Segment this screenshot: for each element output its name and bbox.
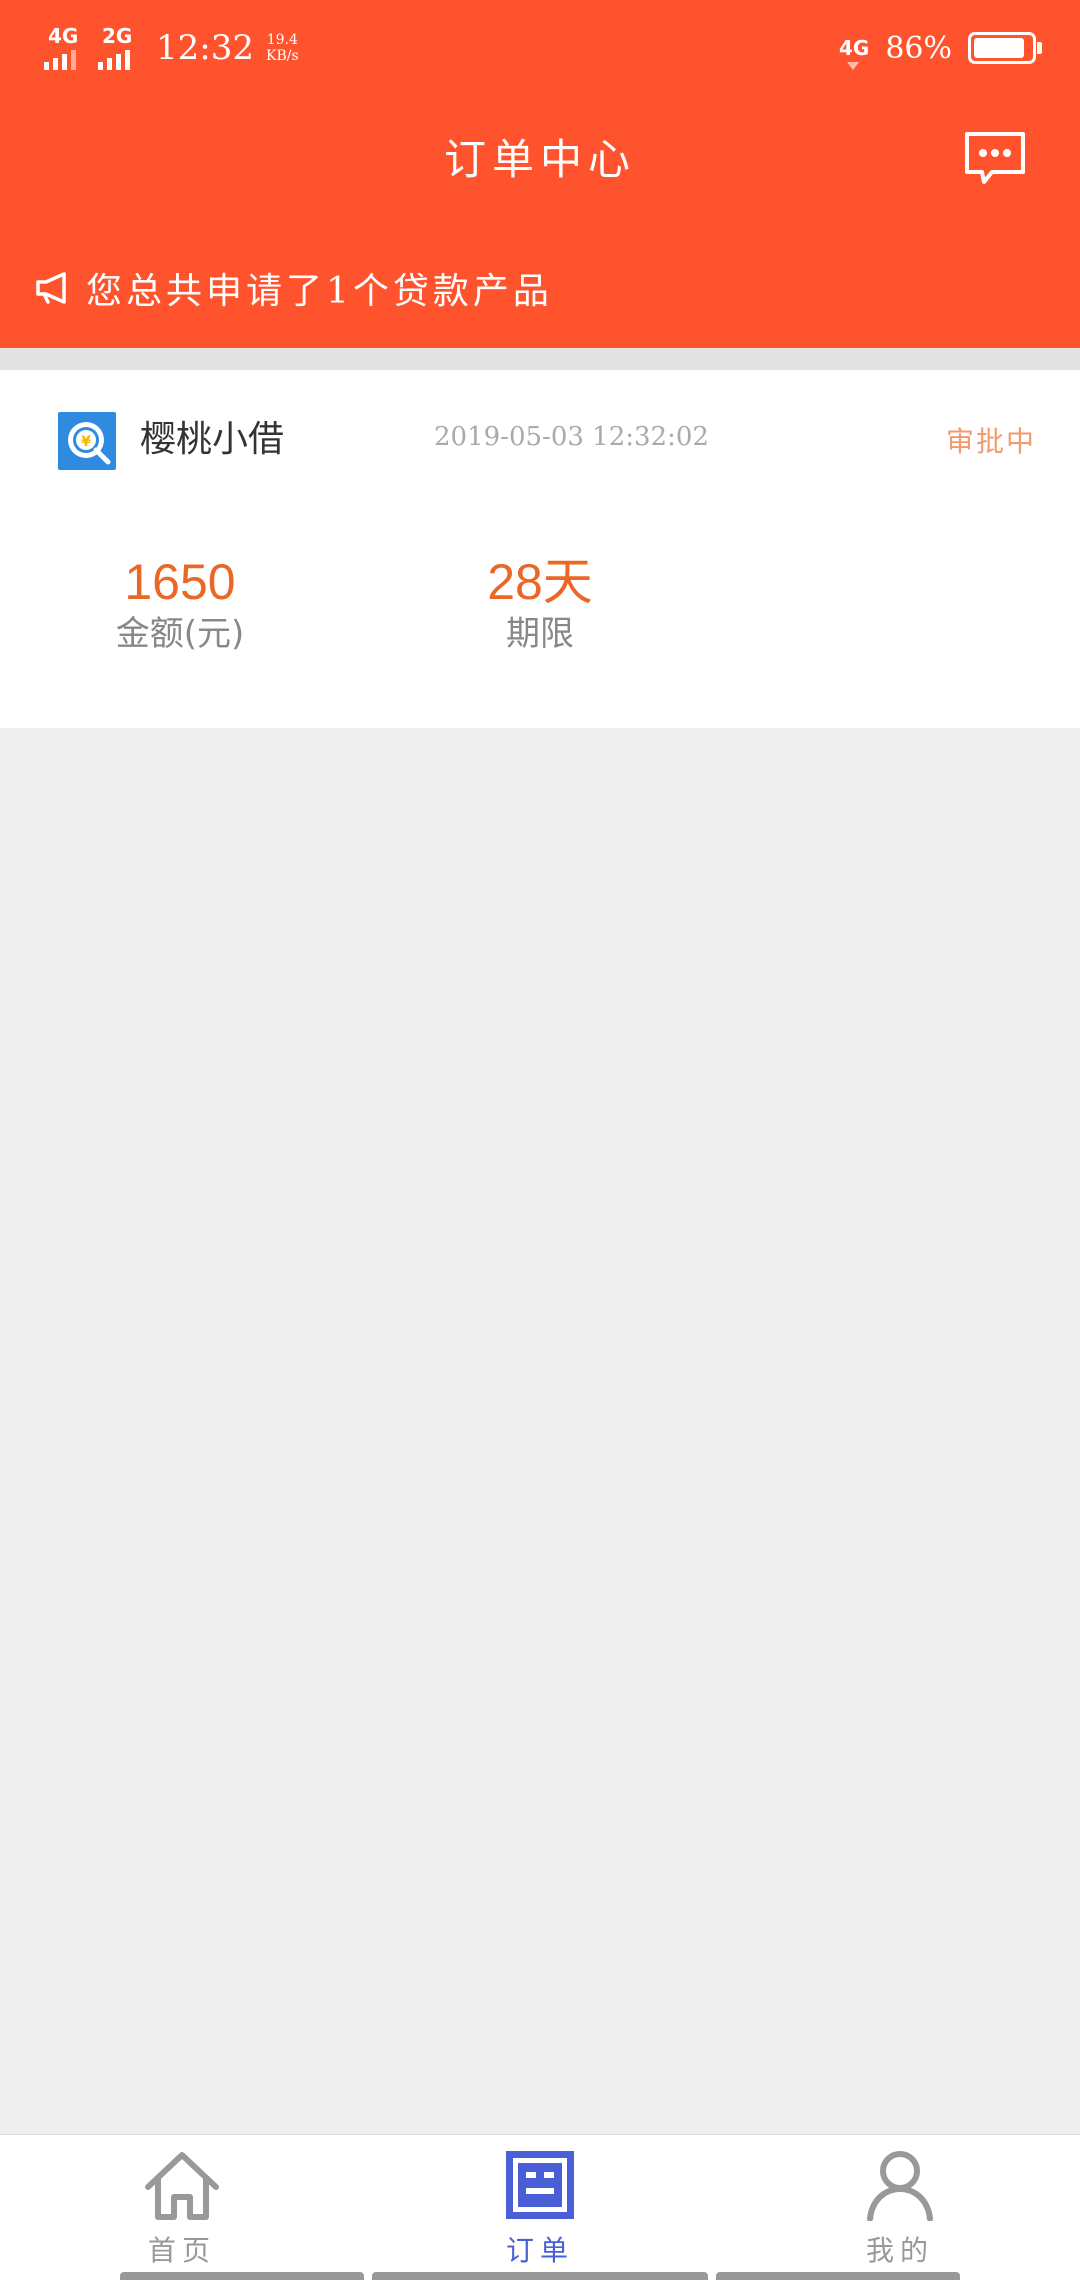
section-divider bbox=[0, 348, 1080, 370]
network-speed: 19.4 KB/s bbox=[265, 32, 299, 64]
product-name: 樱桃小借 bbox=[140, 419, 285, 460]
status-time: 12:32 bbox=[156, 28, 254, 68]
nav-label-orders: 订单 bbox=[505, 2234, 574, 2267]
order-card[interactable]: ¥ 樱桃小借 2019-05-03 12:32:02 审批中 1650 金额(元… bbox=[0, 370, 1080, 728]
signal-4g-right-icon: 4G bbox=[838, 36, 870, 70]
term-label: 期限 bbox=[506, 614, 574, 654]
app-header: 4G 2G 12:32 19.4 KB/s 4G 86% 订单中心 您总共申请了… bbox=[0, 0, 1080, 348]
order-status: 审批中 bbox=[945, 425, 1036, 458]
amount-value: 1650 bbox=[124, 554, 236, 610]
status-bar-right: 4G 86% bbox=[838, 18, 1042, 78]
nav-item-orders[interactable]: 订单 bbox=[440, 2149, 640, 2269]
nav-item-profile[interactable]: 我的 bbox=[800, 2149, 1000, 2269]
signal-4g-icon: 4G bbox=[44, 26, 84, 70]
megaphone-icon bbox=[36, 272, 66, 304]
person-icon bbox=[867, 2151, 933, 2222]
order-list-icon bbox=[506, 2151, 574, 2219]
term-stat: 28天 期限 bbox=[410, 554, 670, 656]
gesture-bar-center bbox=[372, 2272, 708, 2280]
battery-percent: 86% bbox=[885, 30, 952, 66]
chat-bubble-icon bbox=[965, 132, 1025, 184]
home-icon bbox=[145, 2152, 219, 2220]
battery-icon bbox=[968, 32, 1042, 64]
amount-stat: 1650 金额(元) bbox=[50, 554, 310, 656]
bottom-nav: 首页 订单 我的 bbox=[0, 2134, 1080, 2281]
amount-label: 金额(元) bbox=[115, 614, 245, 654]
svg-text:¥: ¥ bbox=[81, 434, 91, 450]
nav-label-profile: 我的 bbox=[865, 2234, 934, 2267]
notice-text: 您总共申请了1个贷款产品 bbox=[86, 271, 553, 312]
gesture-bar-right bbox=[716, 2272, 960, 2280]
message-button[interactable] bbox=[962, 130, 1028, 186]
page-title: 订单中心 bbox=[443, 135, 636, 184]
nav-label-home: 首页 bbox=[147, 2234, 216, 2267]
signal-2g-icon: 2G bbox=[98, 26, 138, 70]
notice-bar: 您总共申请了1个贷款产品 bbox=[34, 262, 553, 314]
nav-item-home[interactable]: 首页 bbox=[82, 2149, 282, 2269]
product-logo: ¥ bbox=[58, 412, 116, 470]
gesture-bar-left bbox=[120, 2272, 364, 2280]
status-bar-left: 4G 2G 12:32 19.4 KB/s bbox=[44, 18, 299, 78]
order-date: 2019-05-03 12:32:02 bbox=[434, 422, 709, 452]
term-value: 28天 bbox=[487, 554, 593, 610]
